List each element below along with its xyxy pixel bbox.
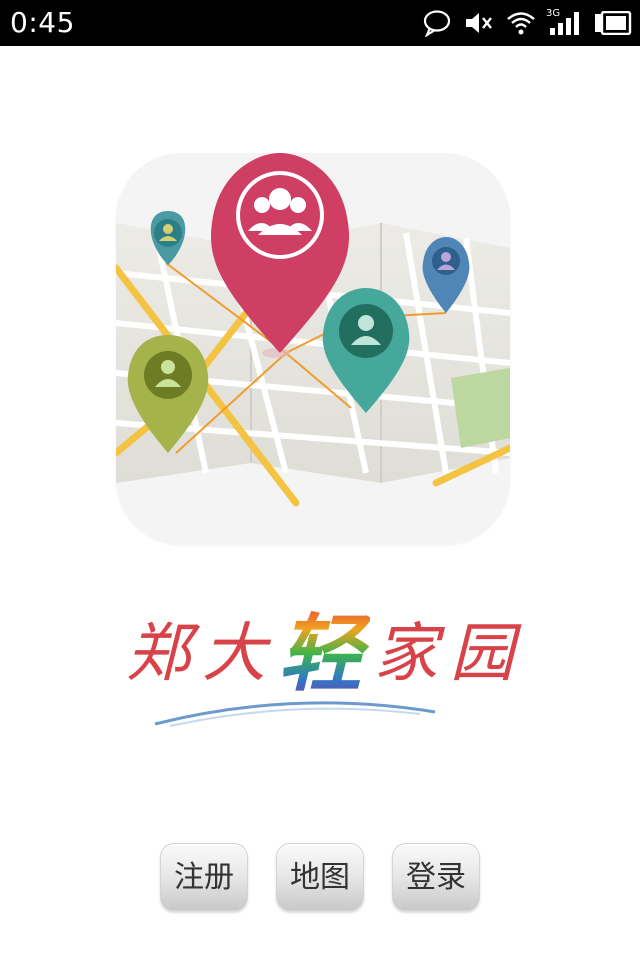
clock: 0:45 bbox=[10, 6, 75, 39]
brand-char: 轻 bbox=[278, 604, 371, 703]
status-bar: 0:45 3G bbox=[0, 0, 640, 46]
status-icons: 3G bbox=[422, 8, 632, 38]
brand-char: 大 bbox=[202, 617, 274, 691]
brand-char: 园 bbox=[450, 617, 523, 691]
brand-char: 郑 bbox=[126, 617, 198, 691]
brand-swoosh bbox=[154, 701, 436, 727]
wifi-icon bbox=[506, 10, 536, 36]
app-logo-image bbox=[116, 153, 510, 545]
login-button[interactable]: 登录 bbox=[392, 843, 480, 911]
message-icon bbox=[422, 9, 452, 37]
brand-title: 郑 大 轻 家 园 bbox=[120, 604, 520, 744]
brand-text: 郑 大 轻 家 园 bbox=[126, 604, 514, 704]
register-button[interactable]: 注册 bbox=[160, 843, 248, 911]
map-button[interactable]: 地图 bbox=[276, 843, 364, 911]
mute-icon bbox=[464, 10, 494, 36]
battery-icon bbox=[594, 11, 632, 35]
signal-icon: 3G bbox=[546, 8, 582, 36]
brand-char: 家 bbox=[374, 617, 447, 691]
